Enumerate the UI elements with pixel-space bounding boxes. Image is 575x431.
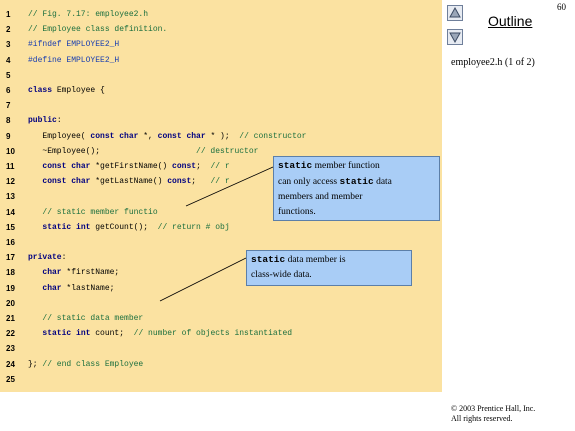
leader-line-member-function (185, 166, 274, 207)
callout-text: functions. (278, 207, 316, 217)
callout-text: member function (312, 161, 380, 171)
callout-text: members and member (278, 192, 363, 202)
callout-static-data-member: static data member is class-wide data. (246, 250, 412, 286)
callout-static-member-function: static member function can only access s… (273, 156, 440, 221)
leader-line-data-member (159, 257, 247, 302)
callout-keyword: static (339, 176, 374, 187)
callout-text: class-wide data. (251, 270, 312, 280)
callout-keyword: static (251, 254, 286, 265)
copyright-line: All rights reserved. (451, 414, 513, 423)
callout-text: data (373, 177, 392, 187)
copyright-line: © 2003 Prentice Hall, Inc. (451, 404, 536, 413)
callout-text: data member is (285, 255, 346, 265)
callout-text: can only access (278, 177, 340, 187)
callout-keyword: static (278, 160, 313, 171)
copyright-notice: © 2003 Prentice Hall, Inc. All rights re… (451, 404, 535, 424)
